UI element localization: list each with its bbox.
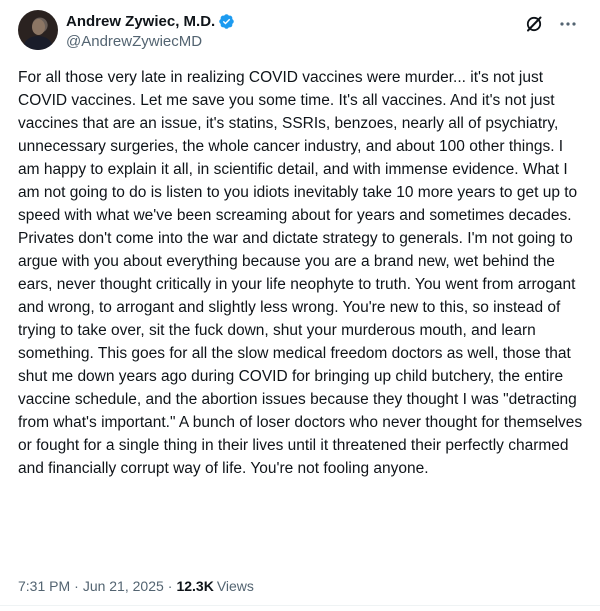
tweet-card: Andrew Zywiec, M.D. @AndrewZywiecMD For … [0, 0, 600, 611]
avatar-face [32, 19, 45, 35]
display-name-row: Andrew Zywiec, M.D. [66, 11, 235, 31]
grok-icon[interactable] [524, 14, 544, 34]
meta-separator: · [167, 578, 173, 594]
divider [0, 605, 600, 606]
header-actions [524, 14, 578, 34]
tweet-text: For all those very late in realizing COV… [18, 69, 587, 477]
views-label: Views [216, 578, 254, 594]
tweet-meta: 7:31 PM · Jun 21, 2025 · 12.3K Views [18, 578, 254, 594]
author-handle[interactable]: @AndrewZywiecMD [66, 33, 235, 50]
author-names: Andrew Zywiec, M.D. @AndrewZywiecMD [66, 11, 235, 50]
author-display-name[interactable]: Andrew Zywiec, M.D. [66, 13, 215, 30]
tweet-date[interactable]: Jun 21, 2025 [83, 578, 164, 594]
verified-badge-icon[interactable] [218, 13, 235, 30]
meta-separator: · [74, 578, 79, 594]
tweet-header: Andrew Zywiec, M.D. @AndrewZywiecMD [18, 10, 582, 54]
avatar[interactable] [18, 10, 58, 50]
avatar-shoulders [24, 36, 52, 50]
views-count[interactable]: 12.3K [176, 578, 213, 594]
more-icon[interactable] [558, 14, 578, 34]
tweet-time[interactable]: 7:31 PM [18, 578, 70, 594]
